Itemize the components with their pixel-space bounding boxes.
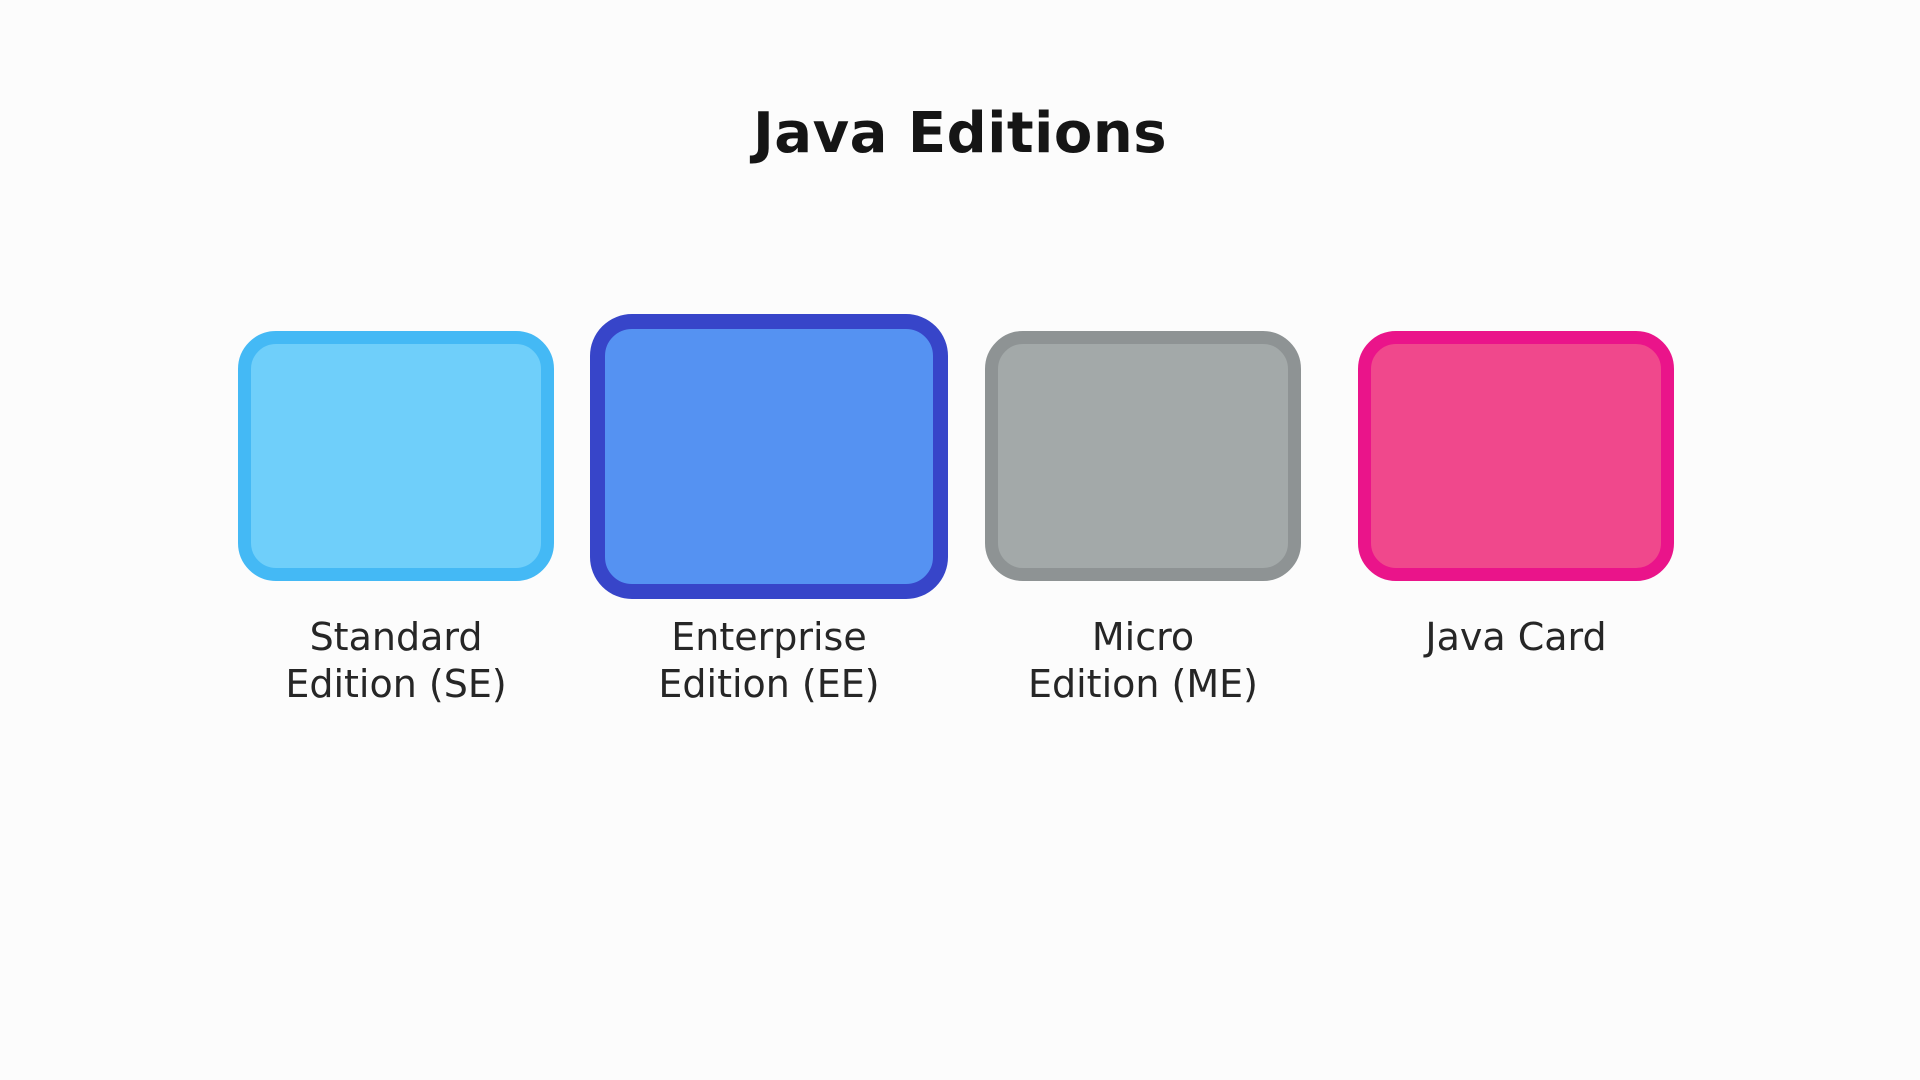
label-enterprise-edition: Enterprise Edition (EE) bbox=[658, 615, 880, 706]
card-micro-edition bbox=[985, 331, 1301, 581]
label-micro-edition: Micro Edition (ME) bbox=[1027, 615, 1258, 706]
label-java-card: Java Card bbox=[1425, 615, 1607, 659]
diagram-title: Java Editions bbox=[752, 101, 1168, 166]
java-editions-diagram: Java Editions Standard Edition (SE) Ente… bbox=[0, 0, 1920, 1080]
card-java-card bbox=[1358, 331, 1674, 581]
label-standard-edition: Standard Edition (SE) bbox=[285, 615, 507, 706]
card-standard-edition bbox=[238, 331, 554, 581]
card-enterprise-edition bbox=[590, 314, 948, 599]
